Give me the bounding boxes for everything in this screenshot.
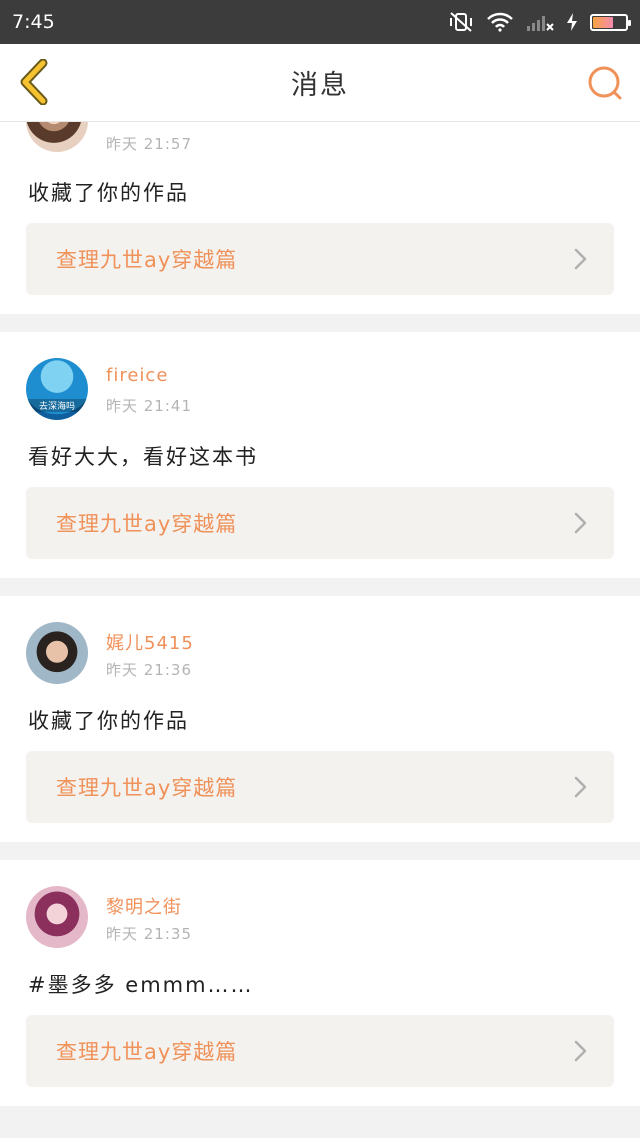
- chevron-right-icon: [574, 1040, 588, 1062]
- back-arrow-icon: [20, 59, 48, 105]
- chevron-right-icon: [574, 776, 588, 798]
- message-text: 收藏了你的作品: [28, 181, 189, 205]
- post-time: 昨天 21:41: [106, 397, 192, 415]
- post-time: 昨天 21:36: [106, 661, 192, 679]
- message-text: #墨多多 emmm……: [28, 973, 254, 997]
- avatar[interactable]: 去深海吗: [26, 358, 88, 420]
- status-time: 7:45: [12, 11, 55, 33]
- chevron-right-icon: [574, 248, 588, 270]
- battery-icon: [590, 13, 631, 31]
- chevron-right-icon: [574, 512, 588, 534]
- message-list[interactable]: 昨天 21:57 收藏了你的作品 查理九世ay穿越篇 去深海吗 fireice …: [0, 122, 640, 1138]
- work-title: 查理九世ay穿越篇: [56, 248, 238, 272]
- message-text: 收藏了你的作品: [28, 709, 189, 733]
- work-link[interactable]: 查理九世ay穿越篇: [26, 223, 614, 295]
- user-name[interactable]: 娓儿5415: [106, 629, 194, 655]
- user-name[interactable]: 黎明之街: [106, 893, 182, 919]
- message-card: 去深海吗 fireice 昨天 21:41 看好大大，看好这本书 查理九世ay穿…: [0, 332, 640, 578]
- search-icon: [588, 66, 622, 100]
- app-header: 消息: [0, 44, 640, 122]
- message-card: 黎明之街 昨天 21:35 #墨多多 emmm…… 查理九世ay穿越篇: [0, 860, 640, 1106]
- charging-icon: [566, 12, 578, 32]
- work-title: 查理九世ay穿越篇: [56, 1040, 238, 1064]
- avatar-caption: 去深海吗: [26, 399, 88, 412]
- user-name[interactable]: fireice: [106, 365, 168, 386]
- work-link[interactable]: 查理九世ay穿越篇: [26, 487, 614, 559]
- post-time: 昨天 21:57: [106, 135, 192, 153]
- search-button[interactable]: [584, 62, 626, 104]
- back-button[interactable]: [14, 58, 54, 106]
- work-title: 查理九世ay穿越篇: [56, 512, 238, 536]
- work-link[interactable]: 查理九世ay穿越篇: [26, 751, 614, 823]
- wifi-icon: [486, 12, 514, 32]
- status-icons: [448, 11, 631, 33]
- work-title: 查理九世ay穿越篇: [56, 776, 238, 800]
- status-bar: 7:45: [0, 0, 640, 44]
- signal-icon: [526, 12, 554, 32]
- work-link[interactable]: 查理九世ay穿越篇: [26, 1015, 614, 1087]
- message-text: 看好大大，看好这本书: [28, 445, 258, 469]
- avatar[interactable]: [26, 122, 88, 152]
- message-card: 娓儿5415 昨天 21:36 收藏了你的作品 查理九世ay穿越篇: [0, 596, 640, 842]
- vibrate-off-icon: [448, 11, 474, 33]
- page-title: 消息: [291, 70, 349, 101]
- avatar[interactable]: [26, 886, 88, 948]
- avatar[interactable]: [26, 622, 88, 684]
- post-time: 昨天 21:35: [106, 925, 192, 943]
- message-card: 昨天 21:57 收藏了你的作品 查理九世ay穿越篇: [0, 122, 640, 314]
